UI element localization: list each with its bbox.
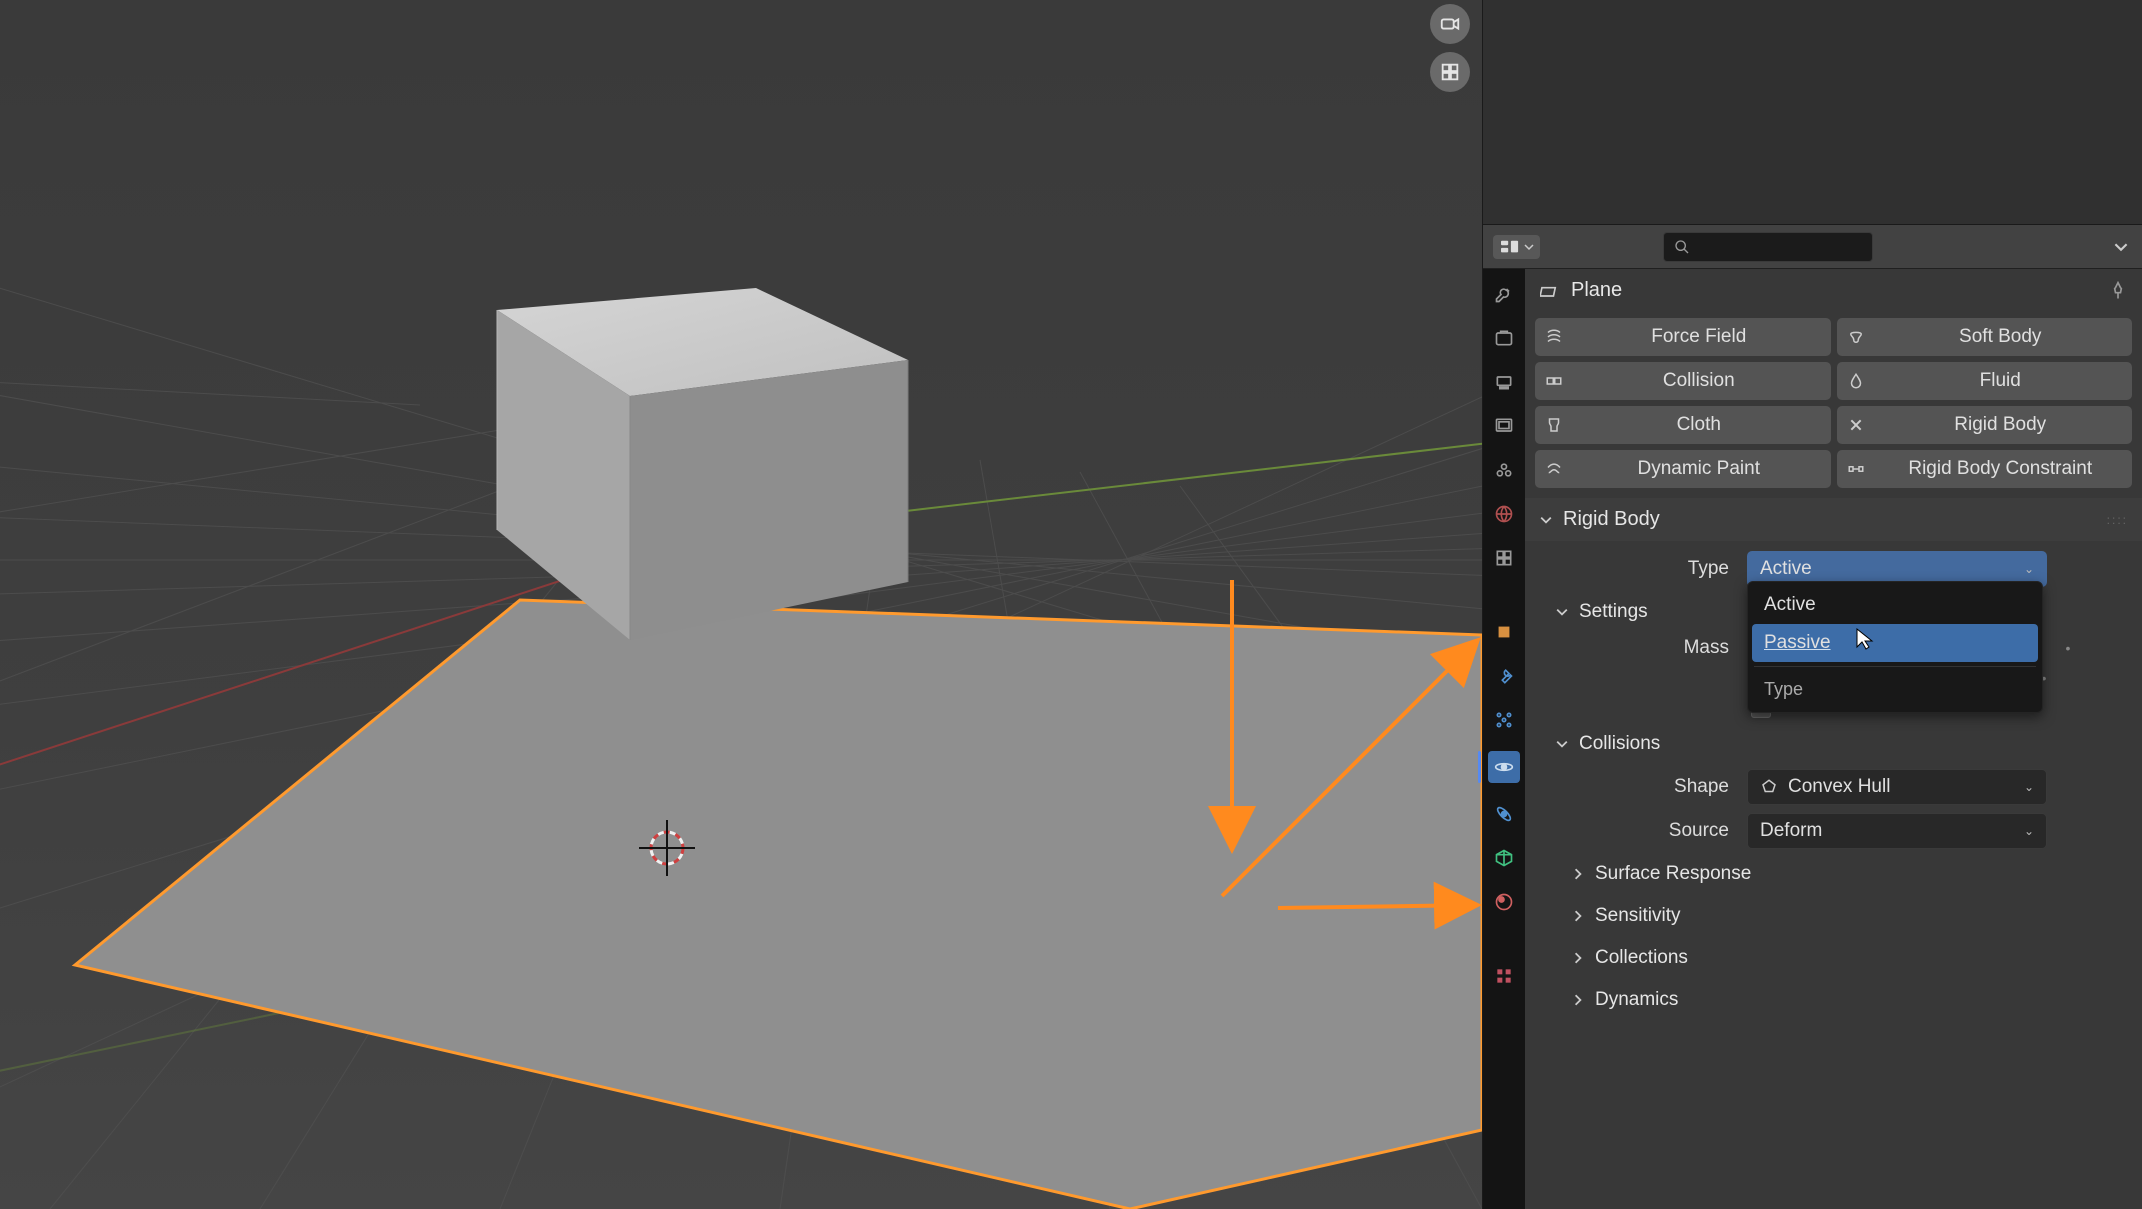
physics-dynamic-paint-button[interactable]: Dynamic Paint [1535, 450, 1831, 488]
tab-render[interactable] [1491, 325, 1517, 351]
dropdown-option-passive[interactable]: Passive [1752, 624, 2038, 662]
tab-modifiers[interactable] [1491, 663, 1517, 689]
convex-hull-icon [1760, 778, 1778, 796]
dropdown-option-active[interactable]: Active [1752, 586, 2038, 624]
options-menu-button[interactable] [2110, 236, 2132, 258]
force-field-icon [1543, 328, 1565, 346]
mass-label: Mass [1525, 637, 1735, 659]
physics-rigid-body-button[interactable]: Rigid Body [1837, 406, 2133, 444]
viewport-scene [0, 0, 1482, 1209]
collision-source-select[interactable]: Deform ⌄ [1747, 813, 2047, 849]
tab-mesh[interactable] [1491, 845, 1517, 871]
chevron-right-icon [1571, 994, 1585, 1006]
chevron-down-icon: ⌄ [2024, 562, 2034, 576]
chevron-right-icon [1571, 952, 1585, 964]
surface-response-header[interactable]: Surface Response [1525, 853, 2142, 895]
chevron-down-icon [1555, 738, 1569, 750]
breadcrumb: Plane [1525, 269, 2142, 312]
viewport-3d[interactable] [0, 0, 1482, 1209]
perspective-toggle-button[interactable] [1430, 52, 1470, 92]
collisions-header[interactable]: Collisions [1525, 723, 2142, 765]
dropdown-heading: Type [1752, 671, 2038, 708]
tab-world[interactable] [1491, 501, 1517, 527]
rigid-body-header[interactable]: Rigid Body :::: [1525, 498, 2142, 541]
remove-icon [1845, 417, 1867, 433]
tab-constraints[interactable] [1491, 801, 1517, 827]
properties-search[interactable] [1663, 232, 1873, 262]
properties-tab-strip [1483, 269, 1525, 1209]
physics-soft-body-button[interactable]: Soft Body [1837, 318, 2133, 356]
chevron-right-icon [1571, 910, 1585, 922]
soft-body-icon [1845, 328, 1867, 346]
dynamics-header[interactable]: Dynamics [1525, 979, 2142, 1021]
physics-cloth-button[interactable]: Cloth [1535, 406, 1831, 444]
constraint-icon [1845, 460, 1867, 478]
drag-handle-icon[interactable]: :::: [2107, 513, 2128, 527]
mouse-cursor-icon [1855, 627, 1875, 651]
physics-collision-button[interactable]: Collision [1535, 362, 1831, 400]
tab-scene[interactable] [1491, 457, 1517, 483]
tab-material[interactable] [1491, 889, 1517, 915]
chevron-down-icon [1539, 514, 1553, 526]
object-name: Plane [1571, 279, 1622, 302]
type-dropdown-popup: Active Passive Type [1747, 581, 2043, 713]
mesh-plane-icon [1539, 280, 1561, 302]
physics-force-field-button[interactable]: Force Field [1535, 318, 1831, 356]
physics-rigid-body-constraint-button[interactable]: Rigid Body Constraint [1837, 450, 2133, 488]
tab-collection[interactable] [1491, 545, 1517, 571]
editor-type-dropdown[interactable] [1493, 235, 1540, 259]
tab-tool[interactable] [1491, 281, 1517, 307]
collision-shape-select[interactable]: Convex Hull ⌄ [1747, 769, 2047, 805]
tab-view-layer[interactable] [1491, 413, 1517, 439]
cloth-icon [1543, 416, 1565, 434]
fluid-icon [1845, 372, 1867, 390]
upper-editor-area [1483, 0, 2142, 225]
physics-fluid-button[interactable]: Fluid [1837, 362, 2133, 400]
search-icon [1674, 239, 1690, 255]
camera-view-button[interactable] [1430, 4, 1470, 44]
chevron-down-icon [1555, 606, 1569, 618]
keyframe-dot[interactable]: • [2063, 640, 2073, 656]
tab-output[interactable] [1491, 369, 1517, 395]
dynamic-paint-icon [1543, 460, 1565, 478]
tab-particles[interactable] [1491, 707, 1517, 733]
sensitivity-header[interactable]: Sensitivity [1525, 895, 2142, 937]
shape-label: Shape [1525, 776, 1735, 798]
collections-header[interactable]: Collections [1525, 937, 2142, 979]
pin-button[interactable] [2108, 281, 2128, 301]
collision-icon [1543, 372, 1565, 390]
source-label: Source [1525, 820, 1735, 842]
chevron-right-icon [1571, 868, 1585, 880]
chevron-down-icon: ⌄ [2024, 780, 2034, 794]
type-label: Type [1525, 558, 1735, 580]
properties-header [1483, 225, 2142, 269]
tab-object[interactable] [1491, 619, 1517, 645]
tab-texture[interactable] [1491, 963, 1517, 989]
tab-physics[interactable] [1488, 751, 1520, 783]
chevron-down-icon: ⌄ [2024, 824, 2034, 838]
